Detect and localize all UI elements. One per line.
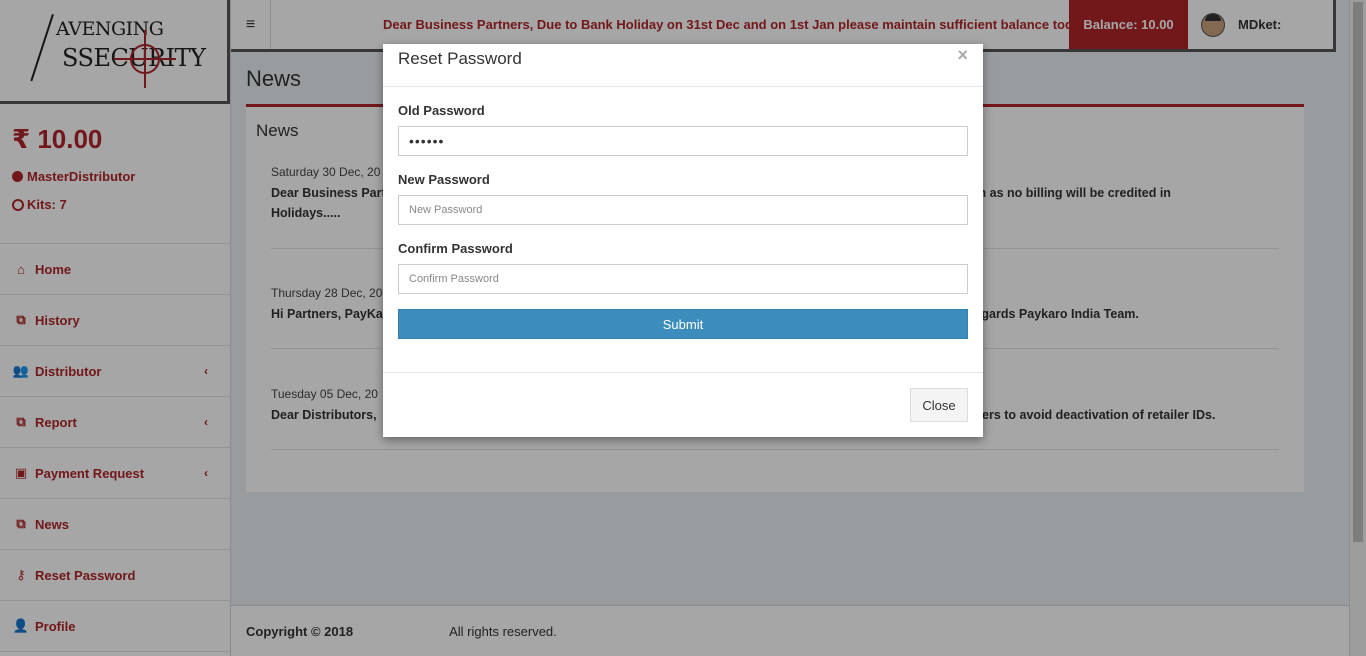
reset-password-modal: Reset Password × Old Password New Passwo… xyxy=(383,44,983,437)
close-button[interactable]: Close xyxy=(910,388,968,422)
confirm-password-label: Confirm Password xyxy=(398,241,513,256)
submit-button[interactable]: Submit xyxy=(398,309,968,339)
modal-body: Old Password New Password Confirm Passwo… xyxy=(383,87,983,373)
old-password-field[interactable] xyxy=(398,126,968,156)
new-password-field[interactable] xyxy=(398,195,968,225)
modal-header: Reset Password × xyxy=(383,44,983,87)
modal-title: Reset Password xyxy=(398,49,522,68)
modal-footer: Close xyxy=(383,373,983,436)
new-password-label: New Password xyxy=(398,172,490,187)
old-password-label: Old Password xyxy=(398,103,485,118)
confirm-password-field[interactable] xyxy=(398,264,968,294)
close-icon[interactable]: × xyxy=(957,45,968,66)
